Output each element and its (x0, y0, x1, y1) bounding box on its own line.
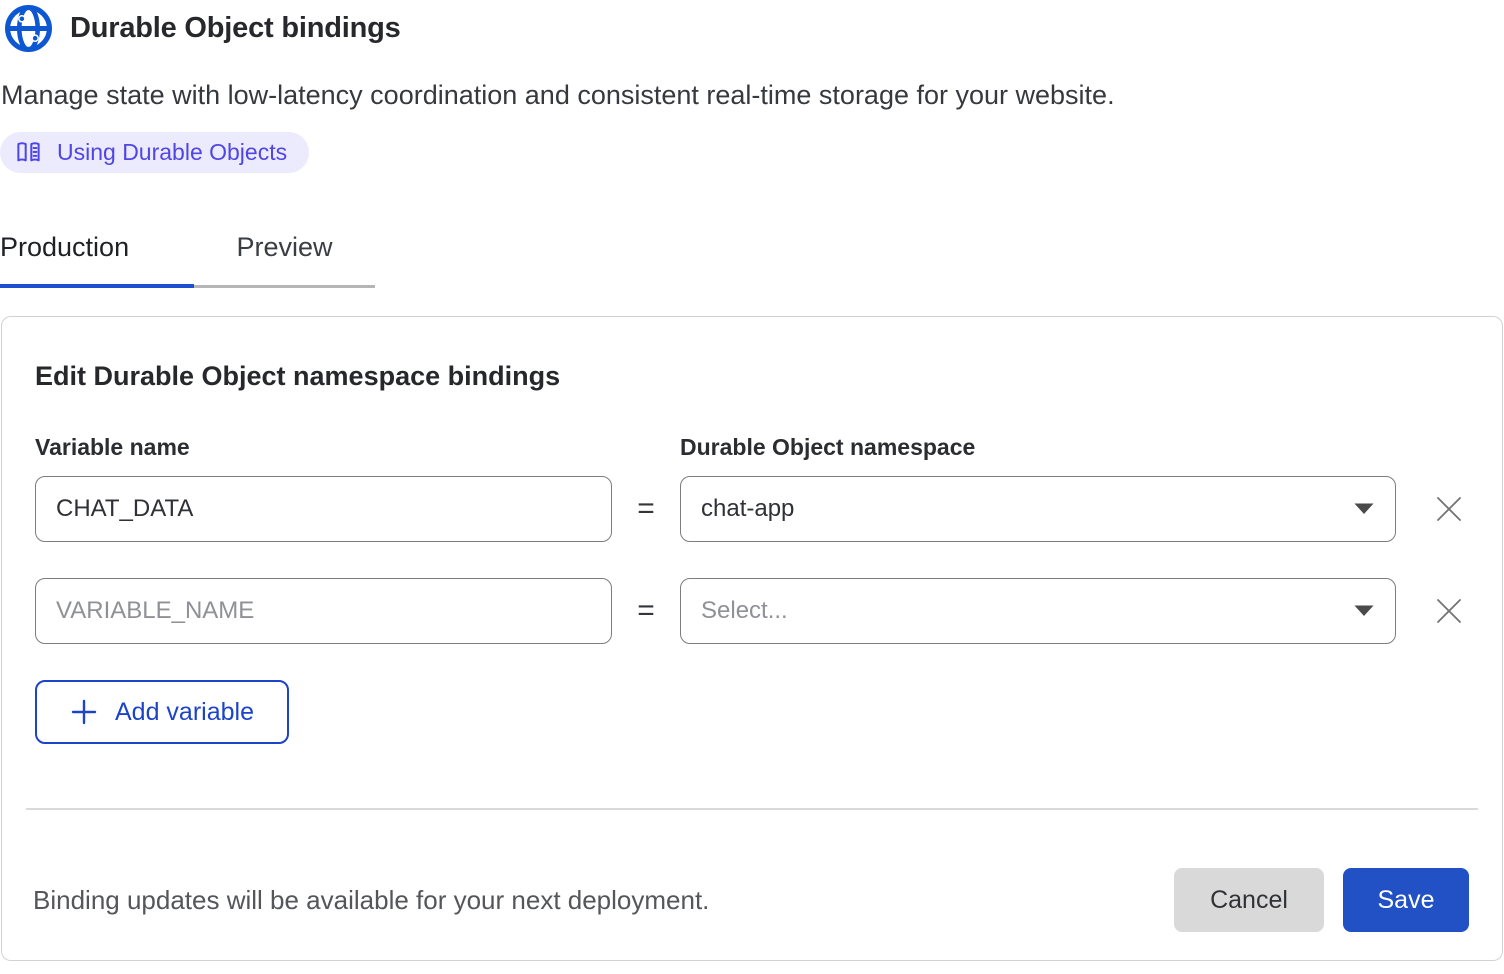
cancel-button[interactable]: Cancel (1174, 868, 1324, 932)
namespace-select[interactable]: chat-app (680, 476, 1396, 542)
tab-production[interactable]: Production (0, 232, 194, 288)
namespace-select-value: Select... (701, 597, 788, 625)
remove-binding-button[interactable] (1430, 490, 1468, 528)
equals-sign: = (612, 492, 680, 526)
bindings-card: Edit Durable Object namespace bindings V… (1, 316, 1503, 961)
equals-sign: = (612, 594, 680, 628)
binding-row-namespace: Select... (680, 578, 1396, 644)
page-header: Durable Object bindings (0, 4, 1504, 53)
caret-down-icon (1353, 503, 1375, 515)
label-variable-name: Variable name (35, 434, 612, 461)
namespace-select[interactable]: Select... (680, 578, 1396, 644)
remove-cell (1396, 592, 1502, 630)
close-icon (1434, 512, 1464, 527)
close-icon (1434, 614, 1464, 629)
footer-note: Binding updates will be available for yo… (33, 885, 709, 916)
durable-object-bindings-page: Durable Object bindings Manage state wit… (0, 0, 1504, 961)
footer-divider (26, 808, 1478, 810)
page-description: Manage state with low-latency coordinati… (1, 80, 1504, 111)
namespace-select-value: chat-app (701, 495, 794, 523)
add-variable-label: Add variable (115, 698, 254, 727)
open-book-icon (15, 139, 42, 166)
add-variable-button[interactable]: Add variable (35, 680, 289, 744)
tab-preview[interactable]: Preview (194, 232, 375, 288)
using-durable-objects-link[interactable]: Using Durable Objects (0, 132, 309, 173)
save-button[interactable]: Save (1343, 868, 1469, 932)
docs-link-label: Using Durable Objects (57, 139, 287, 166)
card-footer: Binding updates will be available for yo… (33, 868, 1469, 932)
binding-row (35, 578, 612, 644)
remove-cell (1396, 490, 1502, 528)
environment-tabs: Production Preview (0, 232, 1504, 288)
plus-icon (70, 698, 98, 726)
variable-name-input[interactable] (35, 476, 612, 542)
footer-actions: Cancel Save (1174, 868, 1469, 932)
remove-binding-button[interactable] (1430, 592, 1468, 630)
binding-row-namespace: chat-app (680, 476, 1396, 542)
caret-down-icon (1353, 605, 1375, 617)
label-namespace: Durable Object namespace (680, 434, 1396, 461)
binding-row (35, 476, 612, 542)
page-title: Durable Object bindings (70, 12, 401, 45)
bindings-form: Variable name Durable Object namespace =… (35, 434, 1502, 644)
card-heading: Edit Durable Object namespace bindings (35, 361, 1502, 392)
durable-objects-globe-icon (4, 4, 53, 53)
variable-name-input[interactable] (35, 578, 612, 644)
